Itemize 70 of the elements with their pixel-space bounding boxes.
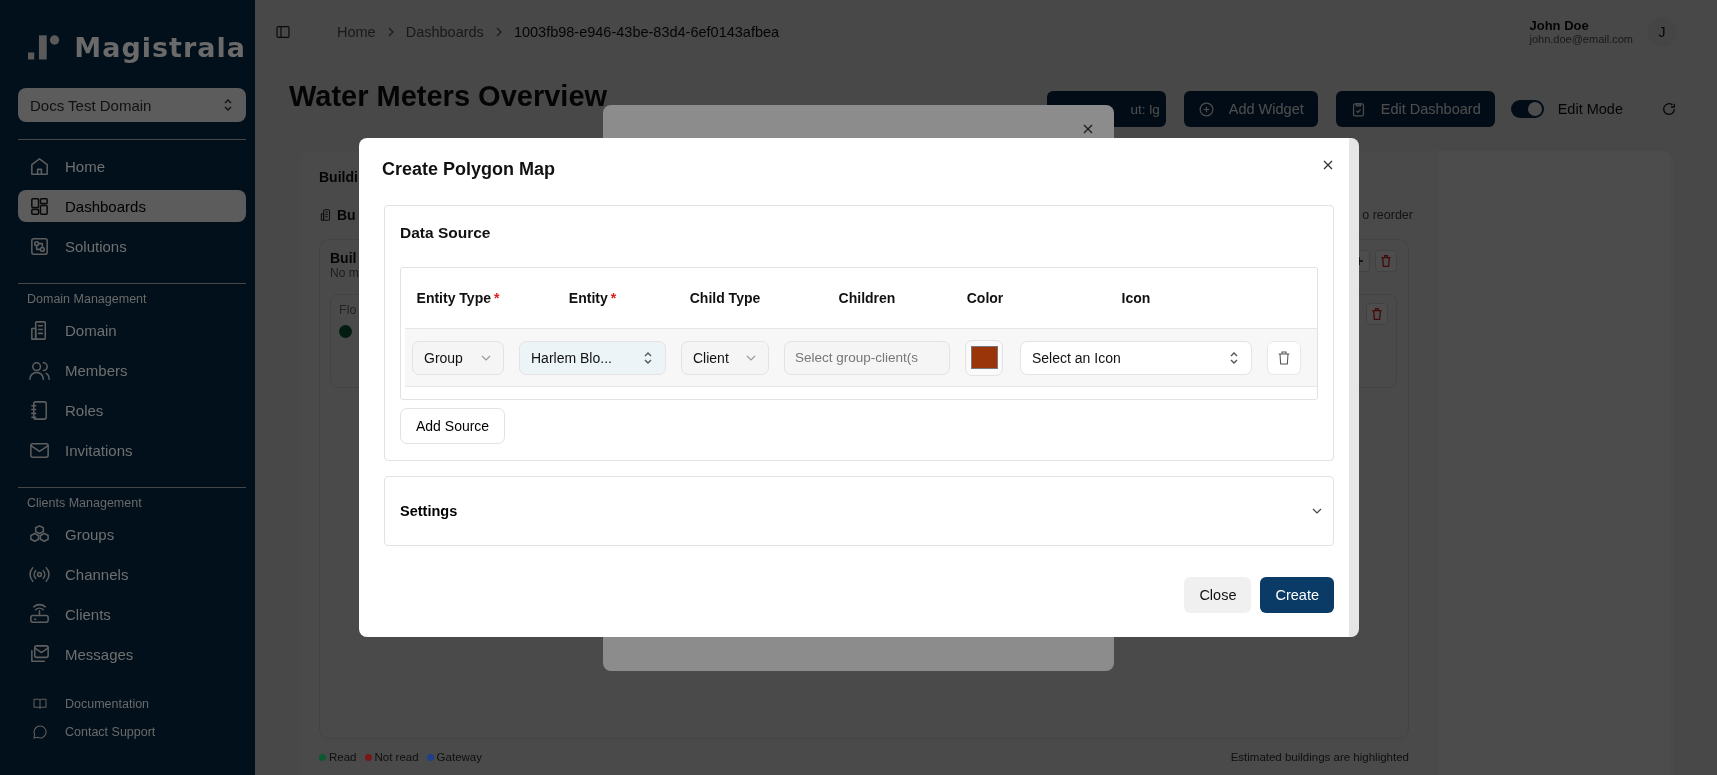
- column-header: Entity Type: [416, 290, 491, 306]
- entity-select[interactable]: Harlem Blo...: [519, 340, 666, 375]
- refresh-icon[interactable]: [1661, 101, 1677, 117]
- footer-link[interactable]: Documentation: [32, 696, 246, 712]
- building-name: Buil: [330, 250, 358, 266]
- legend-note: Estimated buildings are highlighted: [1230, 751, 1409, 763]
- trash-icon: [1276, 349, 1292, 366]
- legend-label: Not read: [374, 751, 419, 763]
- section-heading: Clients Management: [26, 495, 143, 512]
- book-icon: [32, 696, 48, 712]
- column-header: Icon: [1121, 290, 1151, 306]
- nav-item[interactable]: Groups: [18, 518, 246, 550]
- close-icon[interactable]: [1082, 123, 1094, 135]
- section-title: Bu: [337, 207, 356, 223]
- chevron-right-icon: [494, 25, 503, 38]
- chat-icon: [32, 724, 48, 740]
- required-mark: *: [494, 290, 500, 306]
- chevron-down-icon: [480, 353, 492, 362]
- nav-item[interactable]: Solutions: [18, 230, 246, 262]
- legend-label: Gateway: [436, 751, 482, 763]
- edit-mode-switch[interactable]: [1510, 100, 1544, 118]
- widget-title: Buildi: [319, 168, 358, 187]
- user-name: John Doe: [1529, 18, 1590, 33]
- column-header: Child Type: [689, 290, 761, 306]
- building-icon: [319, 208, 333, 222]
- nav-item[interactable]: Roles: [18, 394, 246, 426]
- nav-item[interactable]: Channels: [18, 558, 246, 590]
- breadcrumb-link[interactable]: 1003fb98-e946-43be-83d4-6ef0143afbea: [513, 23, 780, 40]
- settings-accordion[interactable]: Settings: [384, 476, 1334, 546]
- chevron-right-icon: [386, 25, 395, 38]
- page-title: Water Meters Overview: [289, 79, 608, 113]
- dialog-title: Create Polygon Map: [382, 158, 556, 180]
- required-mark: *: [610, 290, 617, 306]
- domain-select[interactable]: Docs Test Domain: [18, 88, 246, 122]
- color-picker[interactable]: [965, 339, 1003, 376]
- column-header: Children: [838, 290, 896, 306]
- nav-item[interactable]: Members: [18, 354, 246, 386]
- legend-label: Read: [329, 751, 357, 763]
- delete-button[interactable]: [1267, 340, 1301, 375]
- nav-item[interactable]: Domain: [18, 314, 246, 346]
- entity-type-select[interactable]: Group: [412, 340, 504, 375]
- section-heading: Domain Management: [26, 291, 148, 308]
- column-header: Entity: [568, 290, 608, 306]
- logo-text: Magistrala: [74, 31, 246, 63]
- action-button[interactable]: Add Widget: [1183, 91, 1318, 127]
- status-dot: [339, 325, 352, 338]
- action-button[interactable]: Edit Dashboard: [1335, 91, 1495, 127]
- router-icon: [28, 602, 51, 626]
- add-source-button[interactable]: Add Source: [400, 408, 506, 444]
- footer-link[interactable]: Contact Support: [32, 724, 246, 740]
- nav-item[interactable]: Home: [18, 150, 246, 182]
- nav-item[interactable]: Dashboards: [18, 190, 246, 222]
- nav-item[interactable]: Messages: [18, 638, 246, 670]
- children-field[interactable]: Select group-client(s: [784, 340, 950, 375]
- edit-mode-label: Edit Mode: [1557, 101, 1623, 117]
- column-header: Color: [966, 290, 1004, 306]
- close-icon[interactable]: [1322, 159, 1334, 171]
- child-type-select[interactable]: Client: [681, 340, 769, 375]
- panel-title: Data Source: [400, 223, 492, 243]
- icon-select[interactable]: Select an Icon: [1020, 340, 1252, 375]
- trash-icon[interactable]: [1366, 303, 1388, 325]
- chevron-down-icon: [745, 353, 757, 362]
- nav-item[interactable]: Clients: [18, 598, 246, 630]
- chevron-up-down-icon: [222, 97, 234, 113]
- nav-item[interactable]: Invitations: [18, 434, 246, 466]
- trash-icon[interactable]: [1375, 250, 1397, 272]
- sidebar-toggle-icon[interactable]: [275, 23, 291, 40]
- dialog-button[interactable]: Create: [1260, 577, 1334, 613]
- dialog-button[interactable]: Close: [1184, 577, 1252, 613]
- plus-icon: [1197, 100, 1215, 118]
